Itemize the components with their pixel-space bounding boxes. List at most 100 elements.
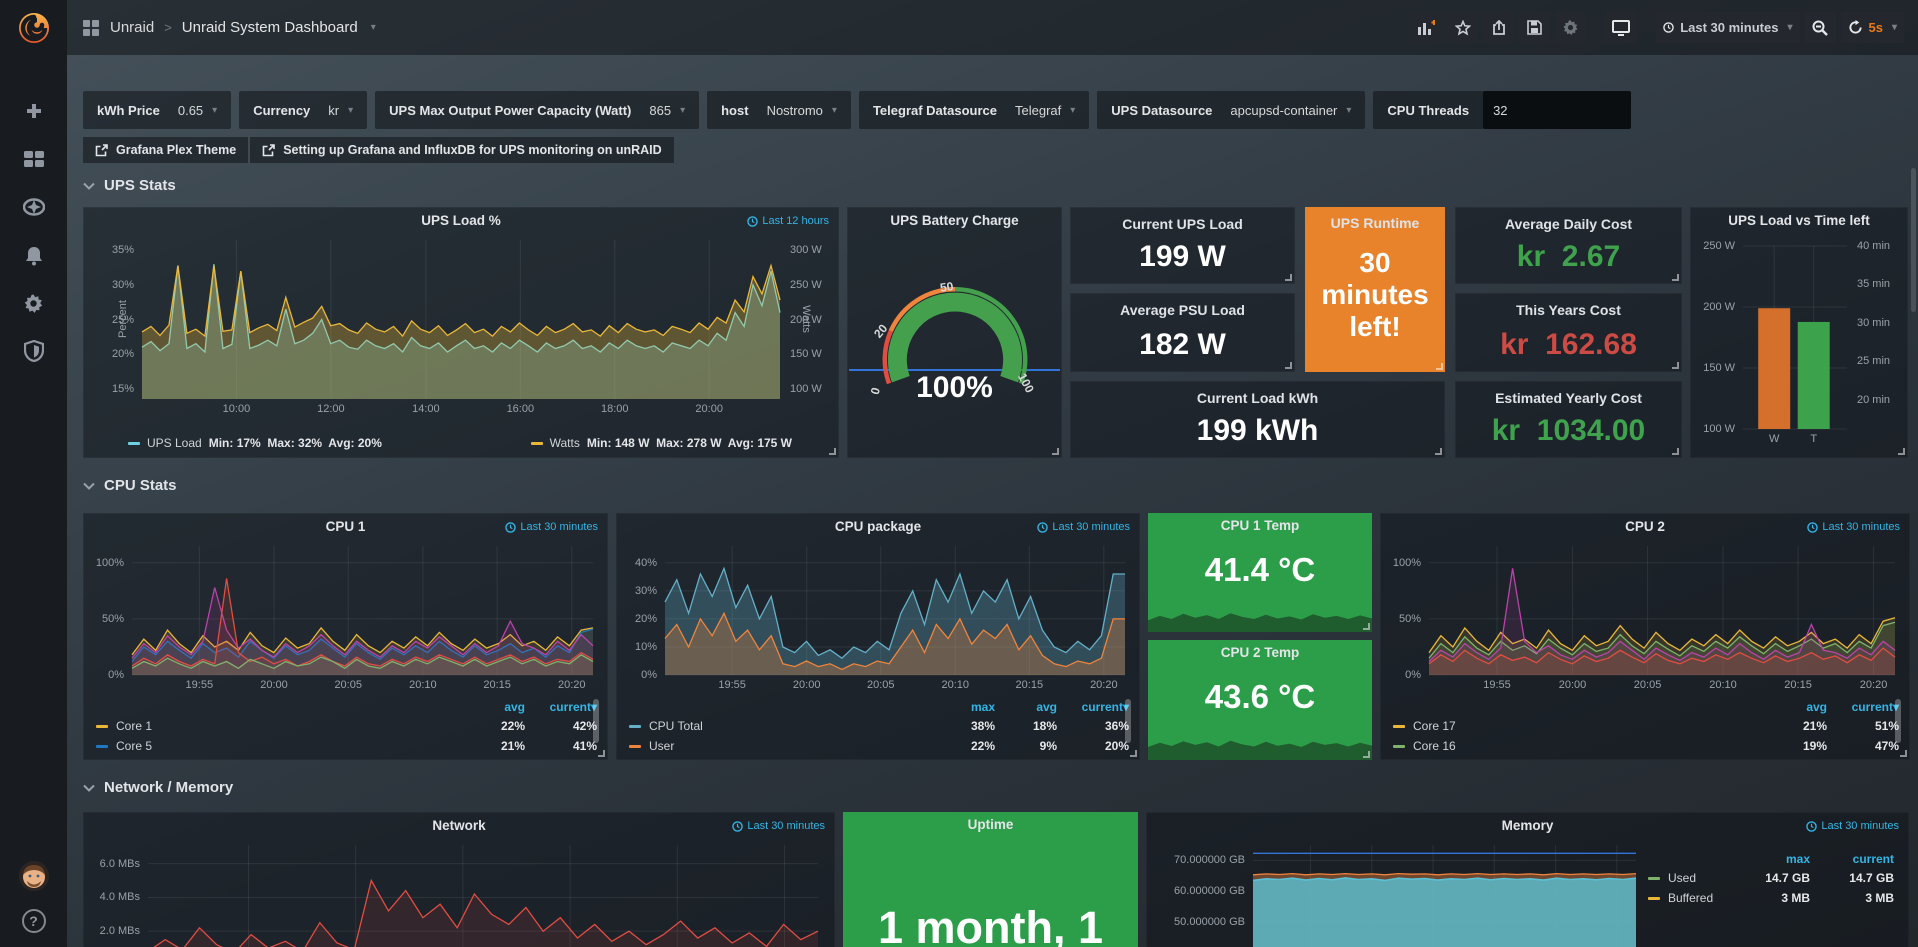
refresh-button[interactable]: 5s ▾ xyxy=(1841,12,1905,43)
memory-chart[interactable]: 50.000000 GB60.000000 GB70.000000 GB xyxy=(1253,845,1636,947)
panel-resize-handle[interactable] xyxy=(829,448,836,455)
stat-title[interactable]: This Years Cost xyxy=(1456,302,1681,318)
panel-resize-handle[interactable] xyxy=(1363,751,1370,758)
panel-title[interactable]: Network xyxy=(84,818,834,833)
legend-item: Watts Min: 148 W Max: 278 W Avg: 175 W xyxy=(531,436,792,450)
panel-title[interactable]: Memory xyxy=(1147,818,1908,833)
panel-uptime: Uptime 1 month, 1 xyxy=(843,812,1138,947)
panel-resize-handle[interactable] xyxy=(1435,448,1442,455)
panel-resize-handle[interactable] xyxy=(1363,623,1370,630)
variable-telegraf-datasource: Telegraf Datasource Telegraf▾ xyxy=(859,91,1089,129)
panel-resize-handle[interactable] xyxy=(1285,274,1292,281)
panel-resize-handle[interactable] xyxy=(1052,448,1059,455)
panel-title[interactable]: UPS Load % xyxy=(84,213,838,228)
variable-value-dropdown[interactable]: 865▾ xyxy=(649,103,685,118)
section-network-memory[interactable]: Network / Memory xyxy=(83,779,1918,796)
panel-resize-handle[interactable] xyxy=(1285,362,1292,369)
panel-resize-handle[interactable] xyxy=(1900,750,1907,757)
legend-header-avg[interactable]: avg xyxy=(463,700,525,714)
legend-header-current[interactable]: current▾ xyxy=(1827,700,1899,714)
breadcrumb-folder[interactable]: Unraid xyxy=(110,19,154,36)
panel-title[interactable]: UPS Load vs Time left xyxy=(1691,213,1907,228)
ups-load-chart[interactable]: Percent Watts 15%100 W20%150 W25%200 W30… xyxy=(142,240,780,399)
variable-value-dropdown[interactable]: Telegraf▾ xyxy=(1015,103,1075,118)
legend-series-name[interactable]: UPS Load xyxy=(147,436,202,450)
stat-title[interactable]: Current Load kWh xyxy=(1071,390,1444,406)
dashboards-icon[interactable] xyxy=(23,148,45,170)
network-chart[interactable]: 2.0 MBs4.0 MBs6.0 MBs xyxy=(148,845,818,947)
stat-title[interactable]: Average PSU Load xyxy=(1071,302,1294,318)
panel-cpu1: CPU 1 Last 30 minutes 0%50%100%19:5520:0… xyxy=(83,513,608,760)
legend-scrollbar[interactable] xyxy=(593,699,599,743)
legend-scrollbar[interactable] xyxy=(1895,699,1901,743)
stat-title[interactable]: UPS Runtime xyxy=(1305,215,1445,231)
variable-host: host Nostromo▾ xyxy=(707,91,851,129)
add-panel-button[interactable] xyxy=(1410,12,1442,43)
alerting-icon[interactable] xyxy=(23,244,45,266)
dashboard-title[interactable]: Unraid System Dashboard xyxy=(182,19,358,36)
chevron-down-icon xyxy=(83,182,95,190)
dashboard-caret-icon[interactable]: ▾ xyxy=(371,22,376,33)
panel-resize-handle[interactable] xyxy=(1672,362,1679,369)
dashboard-settings-button[interactable] xyxy=(1555,12,1586,43)
stat-title[interactable]: Average Daily Cost xyxy=(1456,216,1681,232)
cpu2-chart[interactable]: 0%50%100%19:5520:0020:0520:1020:1520:20 xyxy=(1429,546,1895,675)
panel-title[interactable]: CPU 2 Temp xyxy=(1148,645,1372,660)
link-ups-monitoring-guide[interactable]: Setting up Grafana and InfluxDB for UPS … xyxy=(250,137,673,163)
save-button[interactable] xyxy=(1519,12,1550,43)
panel-title[interactable]: CPU 1 Temp xyxy=(1148,518,1372,533)
panel-resize-handle[interactable] xyxy=(1130,750,1137,757)
variable-label: kWh Price xyxy=(97,103,160,118)
panel-current-ups-load: Current UPS Load 199 W xyxy=(1070,207,1295,284)
stat-title[interactable]: Estimated Yearly Cost xyxy=(1456,390,1681,406)
avatar-face-icon xyxy=(19,861,49,891)
network-memory-row: Network Last 30 minutes 2.0 MBs4.0 MBs6.… xyxy=(83,812,1910,947)
link-grafana-plex-theme[interactable]: Grafana Plex Theme xyxy=(83,137,248,163)
panel-resize-handle[interactable] xyxy=(598,750,605,757)
page-scrollbar[interactable] xyxy=(1911,168,1916,312)
grafana-logo-icon xyxy=(15,9,53,47)
help-icon[interactable]: ? xyxy=(22,909,46,933)
legend-header-max[interactable]: max xyxy=(1738,852,1810,866)
share-button[interactable] xyxy=(1483,12,1514,43)
cpu1-chart[interactable]: 0%50%100%19:5520:0020:0520:1020:1520:20 xyxy=(132,546,593,675)
chevron-down-icon: ▾ xyxy=(1346,105,1351,116)
user-avatar[interactable] xyxy=(19,861,49,891)
legend-swatch xyxy=(96,745,108,748)
panel-resize-handle[interactable] xyxy=(1672,274,1679,281)
time-range-picker[interactable]: Last 30 minutes ▾ xyxy=(1656,12,1799,43)
panel-title[interactable]: UPS Battery Charge xyxy=(848,213,1061,228)
section-cpu-stats[interactable]: CPU Stats xyxy=(83,477,1918,494)
legend-series-name[interactable]: Watts xyxy=(550,436,580,450)
legend-header-current[interactable]: current xyxy=(1810,852,1894,866)
create-icon[interactable] xyxy=(23,100,45,122)
legend-header-avg[interactable]: avg xyxy=(995,700,1057,714)
variable-value-dropdown[interactable]: 0.65▾ xyxy=(178,103,217,118)
stat-value: 30 minutes left! xyxy=(1305,247,1445,344)
server-admin-icon[interactable] xyxy=(23,340,45,362)
configuration-icon[interactable] xyxy=(23,292,45,314)
time-override-label: Last 30 minutes xyxy=(505,521,598,533)
panel-title[interactable]: Uptime xyxy=(843,817,1138,832)
panel-resize-handle[interactable] xyxy=(1436,363,1443,370)
variable-value-dropdown[interactable]: Nostromo▾ xyxy=(767,103,837,118)
legend-header-current[interactable]: current▾ xyxy=(1057,700,1129,714)
panel-resize-handle[interactable] xyxy=(1898,448,1905,455)
legend-header-avg[interactable]: avg xyxy=(1765,700,1827,714)
cpu-threads-input[interactable] xyxy=(1483,91,1631,129)
legend-header-max[interactable]: max xyxy=(933,700,995,714)
ups-bar-chart[interactable]: 100 W150 W200 W250 W20 min25 min30 min35… xyxy=(1743,246,1847,429)
variable-value-dropdown[interactable]: apcupsd-container▾ xyxy=(1230,103,1351,118)
variable-value-dropdown[interactable]: kr▾ xyxy=(328,103,353,118)
zoom-out-button[interactable] xyxy=(1805,12,1836,43)
panel-resize-handle[interactable] xyxy=(1672,448,1679,455)
star-button[interactable] xyxy=(1447,12,1478,43)
grafana-logo[interactable] xyxy=(0,0,67,56)
legend-scrollbar[interactable] xyxy=(1125,699,1131,743)
explore-icon[interactable] xyxy=(23,196,45,218)
stat-title[interactable]: Current UPS Load xyxy=(1071,216,1294,232)
legend-header-current[interactable]: current▾ xyxy=(525,700,597,714)
cycle-view-button[interactable] xyxy=(1605,12,1637,43)
section-ups-stats[interactable]: UPS Stats xyxy=(83,177,1918,194)
cpu-package-chart[interactable]: 0%10%20%30%40%19:5520:0020:0520:1020:152… xyxy=(665,546,1125,675)
